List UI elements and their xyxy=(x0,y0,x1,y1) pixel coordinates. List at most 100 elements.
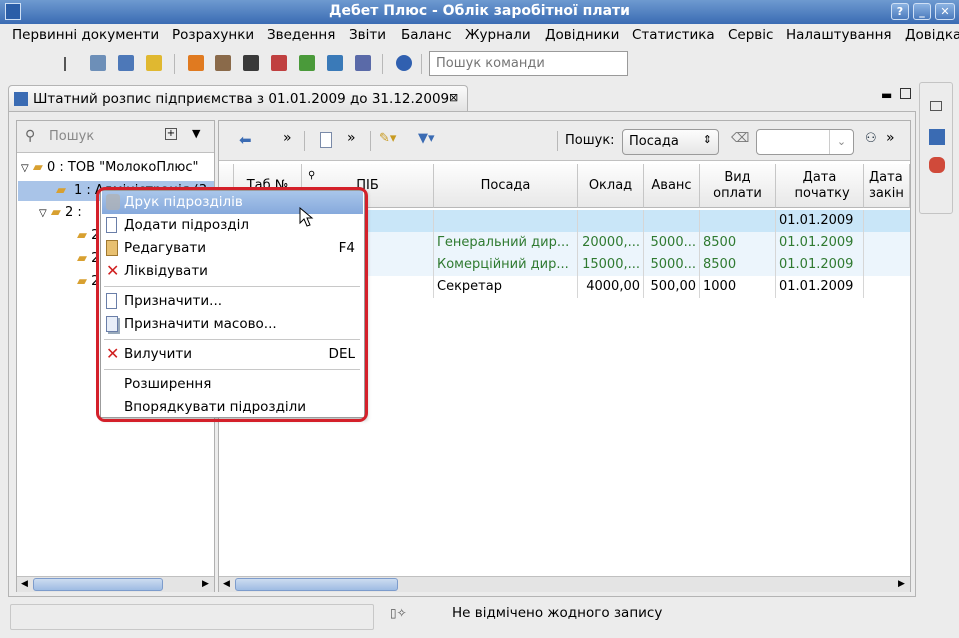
menu-item-assign[interactable]: Призначити... xyxy=(102,290,363,313)
cell-salary xyxy=(578,210,644,232)
tree-search-input[interactable]: Пошук xyxy=(49,129,94,144)
tree-item-root[interactable]: ▽ ▰ 0 : ТОВ "МолокоПлюс" xyxy=(21,160,199,175)
maximize-view-icon[interactable] xyxy=(900,88,911,99)
document-icon xyxy=(106,293,117,309)
box-icon[interactable] xyxy=(188,55,204,71)
scroll-left-icon[interactable]: ◀ xyxy=(220,578,233,591)
search-field-select[interactable]: Посада ⇕ xyxy=(622,129,719,155)
menu-statistics[interactable]: Статистика xyxy=(632,27,715,43)
search-value-combo[interactable]: ⌄ xyxy=(756,129,854,155)
search-field-value: Посада xyxy=(629,134,679,149)
document-tab[interactable]: Штатний розпис підприємства з 01.01.2009… xyxy=(8,85,468,112)
tree-item-label: 2 xyxy=(91,251,100,266)
menu-item-delete[interactable]: ✕ Вилучити DEL xyxy=(102,343,363,366)
app-view-icon[interactable] xyxy=(929,129,945,145)
back-arrow-icon[interactable]: ⬅ xyxy=(239,131,252,149)
new-document-icon xyxy=(106,217,117,233)
status-text: Не відмічено жодного запису xyxy=(452,605,663,621)
menu-summaries[interactable]: Зведення xyxy=(267,27,335,43)
tree-menu-chevron-icon[interactable]: ▼ xyxy=(192,127,200,140)
tree-item-sub[interactable]: ▰ 2 xyxy=(77,251,99,266)
cell-start-date: 01.01.2009 xyxy=(776,276,864,298)
scroll-thumb[interactable] xyxy=(33,578,163,591)
menu-item-assign-mass[interactable]: Призначити масово... xyxy=(102,313,363,336)
tree-item-group2[interactable]: ▽ ▰ 2 : xyxy=(39,205,82,220)
tree-item-sub[interactable]: ▰ 2 xyxy=(77,274,99,289)
tree-item-sub[interactable]: ▰ 2 xyxy=(77,228,99,243)
scroll-thumb[interactable] xyxy=(235,578,398,591)
add-person-icon[interactable] xyxy=(299,55,315,71)
more-icon[interactable]: » xyxy=(886,130,895,146)
menu-item-extensions[interactable]: Розширення xyxy=(102,373,363,396)
binoculars-icon[interactable]: ⚇ xyxy=(865,131,877,146)
menu-service[interactable]: Сервіс xyxy=(728,27,773,43)
col-start-date[interactable]: Дата початку xyxy=(776,164,864,208)
chevron-down-icon[interactable]: ⌄ xyxy=(829,130,853,154)
cell-position: Комерційний дир... xyxy=(434,254,578,276)
printer-icon xyxy=(106,194,120,210)
menu-help[interactable]: Довідка xyxy=(905,27,959,43)
folder-open-icon: ▰ xyxy=(32,160,43,175)
camera-icon[interactable] xyxy=(243,55,259,71)
col-advance[interactable]: Аванс xyxy=(644,164,700,208)
col-position[interactable]: Посада xyxy=(434,164,578,208)
folder-icon: ▰ xyxy=(56,183,66,198)
tree-search-bar: ⚲ Пошук + ▼ xyxy=(17,121,214,153)
scroll-right-icon[interactable]: ▶ xyxy=(895,578,908,591)
menu-item-add-department[interactable]: Додати підрозділ xyxy=(102,214,363,237)
toolbar-separator xyxy=(304,131,305,151)
help-window-button[interactable]: ? xyxy=(891,3,909,20)
search-person-icon[interactable] xyxy=(327,55,343,71)
menu-item-label: Додати підрозділ xyxy=(124,217,249,233)
col-salary[interactable]: Оклад xyxy=(578,164,644,208)
cell-pay-type: 8500 xyxy=(700,254,776,276)
grid-hscrollbar[interactable]: ◀ ▶ xyxy=(219,576,910,592)
context-menu: Друк підрозділів Додати підрозділ Редагу… xyxy=(100,190,365,418)
documents-icon xyxy=(106,316,118,332)
minimize-view-icon[interactable]: ▬ xyxy=(881,88,892,102)
cell-pay-type: 8500 xyxy=(700,232,776,254)
scroll-right-icon[interactable]: ▶ xyxy=(199,578,212,591)
col-end-date[interactable]: Дата закінчення xyxy=(864,164,910,208)
more-icon[interactable]: » xyxy=(347,130,356,146)
menu-item-label: Ліквідувати xyxy=(124,263,208,279)
cell-start-date: 01.01.2009 xyxy=(776,210,864,232)
eraser-icon[interactable]: ⌫ xyxy=(731,131,749,146)
expand-all-icon[interactable]: + xyxy=(165,128,177,140)
restore-icon[interactable] xyxy=(930,101,942,111)
scroll-left-icon[interactable]: ◀ xyxy=(18,578,31,591)
close-tab-icon[interactable]: ⊠ xyxy=(449,91,458,104)
menu-settings[interactable]: Налаштування xyxy=(786,27,892,43)
menu-primary-docs[interactable]: Первинні документи xyxy=(12,27,159,43)
menu-calculations[interactable]: Розрахунки xyxy=(172,27,254,43)
col-pay-type[interactable]: Вид оплати xyxy=(700,164,776,208)
new-document-icon[interactable] xyxy=(320,132,332,148)
help-icon[interactable] xyxy=(396,55,412,71)
menu-item-edit[interactable]: Редагувати F4 xyxy=(102,237,363,260)
menu-reports[interactable]: Звіти xyxy=(349,27,386,43)
pin-icon: ⚲ xyxy=(308,170,316,181)
document-icon[interactable] xyxy=(90,55,106,71)
collapse-icon[interactable]: ▽ xyxy=(39,208,47,219)
filter-icon[interactable]: ▼▾ xyxy=(418,131,435,146)
minimize-button[interactable]: _ xyxy=(913,3,931,20)
more-icon[interactable]: » xyxy=(283,130,292,146)
menu-item-liquidate[interactable]: ✕ Ліквідувати xyxy=(102,260,363,283)
people-icon[interactable] xyxy=(929,157,945,173)
calendar-icon[interactable] xyxy=(271,55,287,71)
menu-balance[interactable]: Баланс xyxy=(401,27,452,43)
cell-advance: 5000... xyxy=(644,254,700,276)
monitor-icon[interactable] xyxy=(118,55,134,71)
hierarchy-icon[interactable] xyxy=(355,55,371,71)
tree-hscrollbar[interactable]: ◀ ▶ xyxy=(17,576,214,592)
menu-item-sort-departments[interactable]: Впорядкувати підрозділи xyxy=(102,396,363,419)
lightning-icon[interactable] xyxy=(146,55,162,71)
menu-directories[interactable]: Довідники xyxy=(545,27,619,43)
menu-journals[interactable]: Журнали xyxy=(465,27,531,43)
menu-item-print-departments[interactable]: Друк підрозділів xyxy=(102,191,363,214)
collapse-icon[interactable]: ▽ xyxy=(21,163,29,174)
wand-icon[interactable]: ✎▾ xyxy=(379,131,396,146)
command-search-input[interactable] xyxy=(429,51,628,76)
close-window-button[interactable]: ✕ xyxy=(935,3,955,20)
person-card-icon[interactable] xyxy=(215,55,231,71)
